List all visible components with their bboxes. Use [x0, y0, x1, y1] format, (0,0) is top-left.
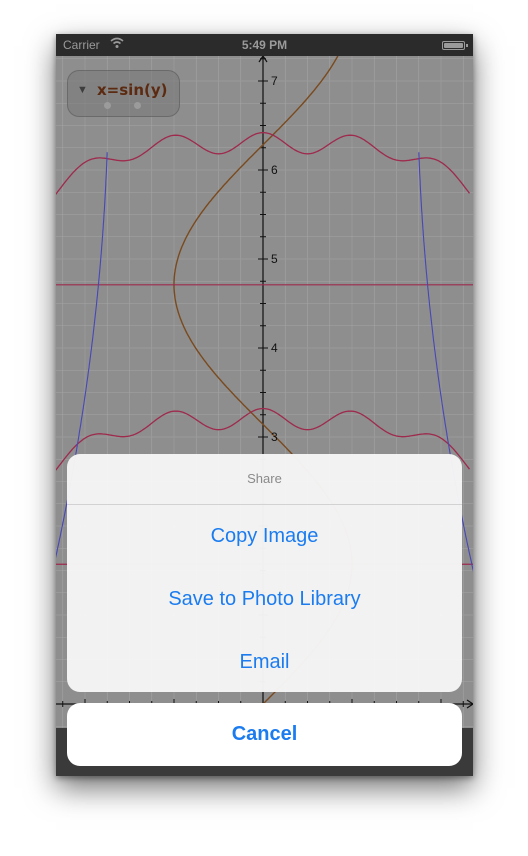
cancel-button[interactable]: Cancel — [67, 703, 462, 766]
disclosure-triangle-icon[interactable]: ▼ — [77, 84, 88, 96]
share-sheet-title: Share — [67, 454, 462, 505]
battery-icon — [442, 41, 468, 50]
status-bar: Carrier 5:49 PM — [56, 34, 473, 56]
y-tick-label: 4 — [271, 341, 278, 355]
equation-formula: x=sin(y) — [97, 81, 168, 99]
y-tick-label: 5 — [271, 252, 278, 266]
share-action-sheet: Share Copy Image Save to Photo Library E… — [67, 454, 462, 692]
email-button[interactable]: Email — [67, 631, 462, 692]
page-dot — [104, 102, 111, 109]
y-tick-label: 3 — [271, 430, 278, 444]
equation-chip[interactable]: ▼ x=sin(y) — [67, 70, 180, 117]
save-to-photo-library-button[interactable]: Save to Photo Library — [67, 568, 462, 631]
device-screen: 76543-2-112 Carrier 5:49 PM ▼ x=sin(y) S… — [56, 34, 473, 776]
copy-image-button[interactable]: Copy Image — [67, 505, 462, 568]
clock-time: 5:49 PM — [241, 38, 288, 52]
y-tick-label: 6 — [271, 163, 278, 177]
page-dot — [134, 102, 141, 109]
y-tick-label: 7 — [271, 74, 278, 88]
